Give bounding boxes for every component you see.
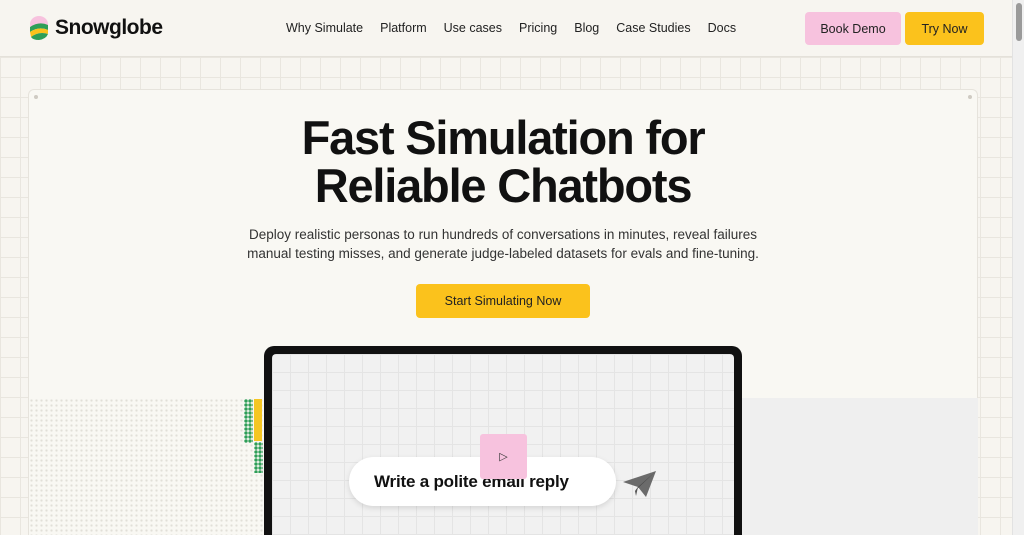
nav-link-platform[interactable]: Platform <box>380 21 427 35</box>
green-dot-stack <box>244 399 253 443</box>
hero-title-line-2: Reliable Chatbots <box>314 159 693 212</box>
nav-link-pricing[interactable]: Pricing <box>519 21 557 35</box>
start-simulating-button[interactable]: Start Simulating Now <box>416 284 590 318</box>
yellow-block <box>254 399 262 441</box>
nav-links: Why Simulate Platform Use cases Pricing … <box>286 21 753 35</box>
hero-title: Fast Simulation for Reliable Chatbots <box>0 114 1006 210</box>
nav-link-case-studies[interactable]: Case Studies <box>616 21 690 35</box>
hero-subtitle-line-1: Deploy realistic personas to run hundred… <box>248 227 757 242</box>
page-scrollbar[interactable] <box>1012 0 1024 535</box>
corner-dot <box>968 95 972 99</box>
nav-link-why-simulate[interactable]: Why Simulate <box>286 21 363 35</box>
book-demo-button[interactable]: Book Demo <box>805 12 901 45</box>
hero-subtitle: Deploy realistic personas to run hundred… <box>0 225 1006 263</box>
nav-link-blog[interactable]: Blog <box>574 21 599 35</box>
snowglobe-logo-icon <box>30 16 48 40</box>
scrollbar-thumb[interactable] <box>1016 3 1022 41</box>
top-navigation: Snowglobe Why Simulate Platform Use case… <box>0 0 1012 57</box>
play-icon: ▷ <box>499 451 508 463</box>
gray-panel <box>741 398 978 535</box>
nav-link-use-cases[interactable]: Use cases <box>444 21 502 35</box>
paper-plane-icon <box>623 471 656 497</box>
brand-logo[interactable]: Snowglobe <box>28 15 163 41</box>
try-now-button[interactable]: Try Now <box>905 12 984 45</box>
dotted-pattern-area <box>29 398 265 535</box>
play-button[interactable]: ▷ <box>480 434 527 479</box>
brand-name: Snowglobe <box>55 16 163 39</box>
nav-link-docs[interactable]: Docs <box>708 21 736 35</box>
corner-dot <box>34 95 38 99</box>
hero-title-line-1: Fast Simulation for <box>301 111 706 164</box>
hero-subtitle-line-2: manual testing misses, and generate judg… <box>247 246 759 261</box>
green-dot-stack <box>254 442 263 473</box>
